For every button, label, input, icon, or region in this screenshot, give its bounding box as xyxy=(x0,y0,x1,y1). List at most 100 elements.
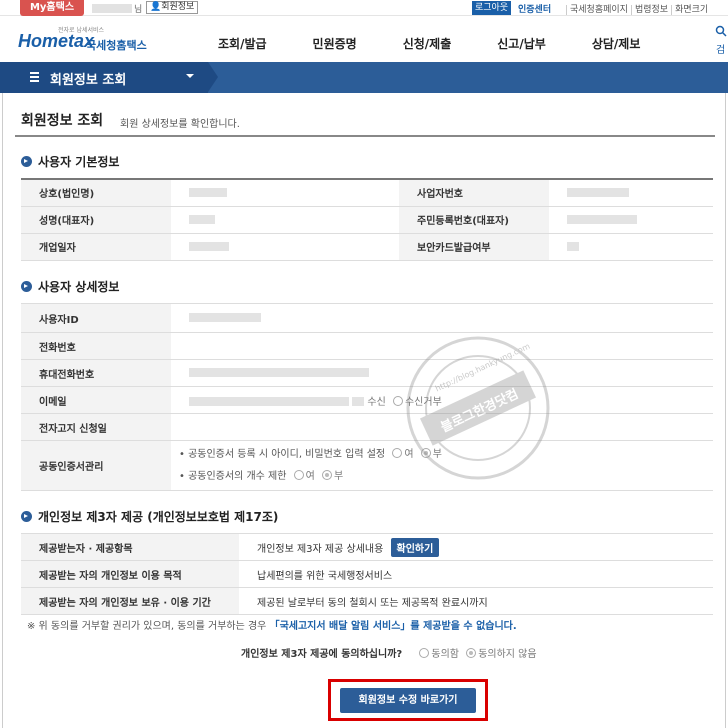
third-purpose-value: 납세편의를 위한 국세행정서비스 xyxy=(239,560,713,588)
open-date-value xyxy=(171,232,399,261)
consent-row: 개인정보 제3자 제공에 동의하십니까? 동의함 동의하지 않음 xyxy=(241,645,537,660)
representative-name-value xyxy=(171,205,399,234)
cert-center-link[interactable]: 인증센터 xyxy=(518,2,551,15)
detail-info-heading: 사용자 상세정보 xyxy=(21,278,119,295)
main-nav: 조회/발급 민원증명 신청/제출 신고/납부 상담/제보 xyxy=(218,35,686,52)
utility-links: 국세청홈페이지 법령정보 화면크기 xyxy=(566,2,712,15)
cert-count-no-radio[interactable] xyxy=(322,469,333,480)
representative-name-label: 성명(대표자) xyxy=(21,205,171,234)
third-recipient-label: 제공받는자 · 제공항목 xyxy=(21,533,239,561)
agree-radio[interactable] xyxy=(419,648,430,658)
company-name-label: 상호(법인명) xyxy=(21,178,171,207)
company-name-value xyxy=(171,178,399,207)
edit-button-highlight: 회원정보 수정 바로가기 xyxy=(328,679,488,721)
search-label: 검 xyxy=(716,45,726,56)
my-hometax-button[interactable]: My홈택스 xyxy=(20,0,84,16)
email-label: 이메일 xyxy=(21,386,171,414)
nts-homepage-link[interactable]: 국세청홈페이지 xyxy=(566,5,631,15)
menu-dropdown[interactable]: 회원정보 조회 xyxy=(0,62,208,93)
third-party-table: 제공받는자 · 제공항목 개인정보 제3자 제공 상세내용 확인하기 제공받는 … xyxy=(21,533,713,615)
third-purpose-label: 제공받는 자의 개인정보 이용 목적 xyxy=(21,560,239,588)
third-party-heading-text: 개인정보 제3자 제공 (개인정보보호법 제17조) xyxy=(38,510,279,524)
table-row: 제공받는자 · 제공항목 개인정보 제3자 제공 상세내용 확인하기 xyxy=(21,533,713,561)
user-suffix: 님 xyxy=(134,5,143,15)
person-icon: 👤 xyxy=(150,2,162,12)
open-date-label: 개업일자 xyxy=(21,232,171,261)
table-row: 제공받는 자의 개인정보 이용 목적 납세편의를 위한 국세행정서비스 xyxy=(21,560,713,588)
table-row: 휴대전화번호 xyxy=(21,359,713,387)
user-id-value xyxy=(171,303,713,333)
basic-info-heading: 사용자 기본정보 xyxy=(21,153,119,170)
detail-info-heading-text: 사용자 상세정보 xyxy=(38,280,120,294)
cert-count-yes-radio[interactable] xyxy=(293,469,304,480)
page-title: 회원정보 조회 xyxy=(21,113,104,129)
hometax-logo[interactable]: 전자로 납세서비스 Hometax 국세청홈택스 xyxy=(18,25,168,55)
agree-label: 동의함 xyxy=(431,649,459,660)
resident-number-label: 주민등록번호(대표자) xyxy=(399,205,549,234)
disagree-label: 동의하지 않음 xyxy=(478,649,537,660)
screen-size-link[interactable]: 화면크기 xyxy=(671,5,712,15)
table-row: 제공받는 자의 개인정보 보유 · 이용 기간 제공된 날로부터 동의 철회시 … xyxy=(21,587,713,615)
hamburger-icon xyxy=(30,72,39,82)
notice-highlight: 「국세고지서 배달 알림 서비스」를 제공받을 수 없습니다. xyxy=(269,621,517,632)
nav-report-payment[interactable]: 신고/납부 xyxy=(497,35,546,52)
disagree-radio[interactable] xyxy=(466,648,477,658)
cert-password-yes-radio[interactable] xyxy=(392,447,403,458)
cert-count-limit-label: 공동인증서의 개수 제한 xyxy=(188,470,287,482)
section-bullet-icon xyxy=(21,511,32,522)
user-name-redacted xyxy=(92,4,132,13)
third-period-label: 제공받는 자의 개인정보 보유 · 이용 기간 xyxy=(21,587,239,615)
table-row: 전화번호 xyxy=(21,332,713,360)
nav-application[interactable]: 신청/제출 xyxy=(403,35,452,52)
law-info-link[interactable]: 법령정보 xyxy=(630,5,672,15)
refusal-notice: ※ 위 동의를 거부할 권리가 있으며, 동의를 거부하는 경우 「국세고지서 … xyxy=(27,617,517,632)
notice-text: ※ 위 동의를 거부할 권리가 있으며, 동의를 거부하는 경우 xyxy=(27,621,267,632)
titlebar-title: 회원정보 조회 xyxy=(50,73,127,88)
notice-date-label: 전자고지 신청일 xyxy=(21,413,171,441)
security-card-value xyxy=(549,232,713,261)
third-party-heading: 개인정보 제3자 제공 (개인정보보호법 제17조) xyxy=(21,508,278,525)
email-receive-label: 수신 xyxy=(367,396,386,408)
section-bullet-icon xyxy=(21,156,32,167)
confirm-button[interactable]: 확인하기 xyxy=(390,537,440,557)
basic-info-heading-text: 사용자 기본정보 xyxy=(38,155,120,169)
nav-consult[interactable]: 상담/제보 xyxy=(592,35,641,52)
business-number-value xyxy=(549,178,713,207)
table-row: 공동인증서관리 • 공동인증서 등록 시 아이디, 비밀번호 입력 설정 여 부… xyxy=(21,440,713,491)
third-recipient-text: 개인정보 제3자 제공 상세내용 xyxy=(257,543,384,555)
member-info-button[interactable]: 👤회원정보 xyxy=(146,1,199,14)
logo-korean: 국세청홈택스 xyxy=(86,39,147,52)
detail-info-table: 사용자ID 전화번호 휴대전화번호 이메일 수신 수신거부 전자고지 신청일 공… xyxy=(21,303,713,491)
titlebar-arrow xyxy=(208,62,218,92)
table-row: 전자고지 신청일 xyxy=(21,413,713,441)
basic-info-table: 상호(법인명) 사업자번호 성명(대표자) 주민등록번호(대표자) 개업일자 보… xyxy=(21,178,713,261)
blog-watermark: 블로그한경닷컴 http://blog.hankyung.com xyxy=(403,333,553,483)
table-row: 성명(대표자) 주민등록번호(대표자) xyxy=(21,205,713,234)
no-label: 부 xyxy=(334,470,344,482)
member-info-label: 회원정보 xyxy=(161,2,195,12)
page-description: 회원 상세정보를 확인합니다. xyxy=(120,119,240,130)
section-bullet-icon xyxy=(21,281,32,292)
consent-question: 개인정보 제3자 제공에 동의하십니까? xyxy=(241,649,403,660)
table-row: 이메일 수신 수신거부 xyxy=(21,386,713,414)
user-id-label: 사용자ID xyxy=(21,303,171,333)
nav-inquiry[interactable]: 조회/발급 xyxy=(218,35,267,52)
cert-mgmt-label: 공동인증서관리 xyxy=(21,440,171,491)
title-divider xyxy=(15,135,715,137)
top-utility-bar: My홈택스 님 👤회원정보 로그아웃 인증센터 국세청홈페이지 법령정보 화면크기 xyxy=(0,0,728,16)
page-title-bar: 회원정보 조회 xyxy=(0,62,728,93)
edit-member-info-button[interactable]: 회원정보 수정 바로가기 xyxy=(340,688,476,713)
site-header: 전자로 납세서비스 Hometax 국세청홈택스 조회/발급 민원증명 신청/제… xyxy=(0,17,728,62)
caret-down-icon xyxy=(186,74,194,78)
main-content: 회원정보 조회 회원 상세정보를 확인합니다. 사용자 기본정보 상호(법인명)… xyxy=(2,93,726,728)
third-period-value: 제공된 날로부터 동의 철회시 또는 제공목적 완료시까지 xyxy=(239,587,713,615)
third-recipient-value: 개인정보 제3자 제공 상세내용 확인하기 xyxy=(239,533,713,561)
logo-wordmark: Hometax xyxy=(18,31,95,51)
security-card-label: 보안카드발급여부 xyxy=(399,232,549,261)
email-reject-radio[interactable] xyxy=(392,395,403,406)
phone-label: 전화번호 xyxy=(21,332,171,360)
nav-certificate[interactable]: 민원증명 xyxy=(313,35,357,52)
table-row: 개업일자 보안카드발급여부 xyxy=(21,232,713,261)
logout-button[interactable]: 로그아웃 xyxy=(472,1,511,15)
table-row: 상호(법인명) 사업자번호 xyxy=(21,178,713,207)
